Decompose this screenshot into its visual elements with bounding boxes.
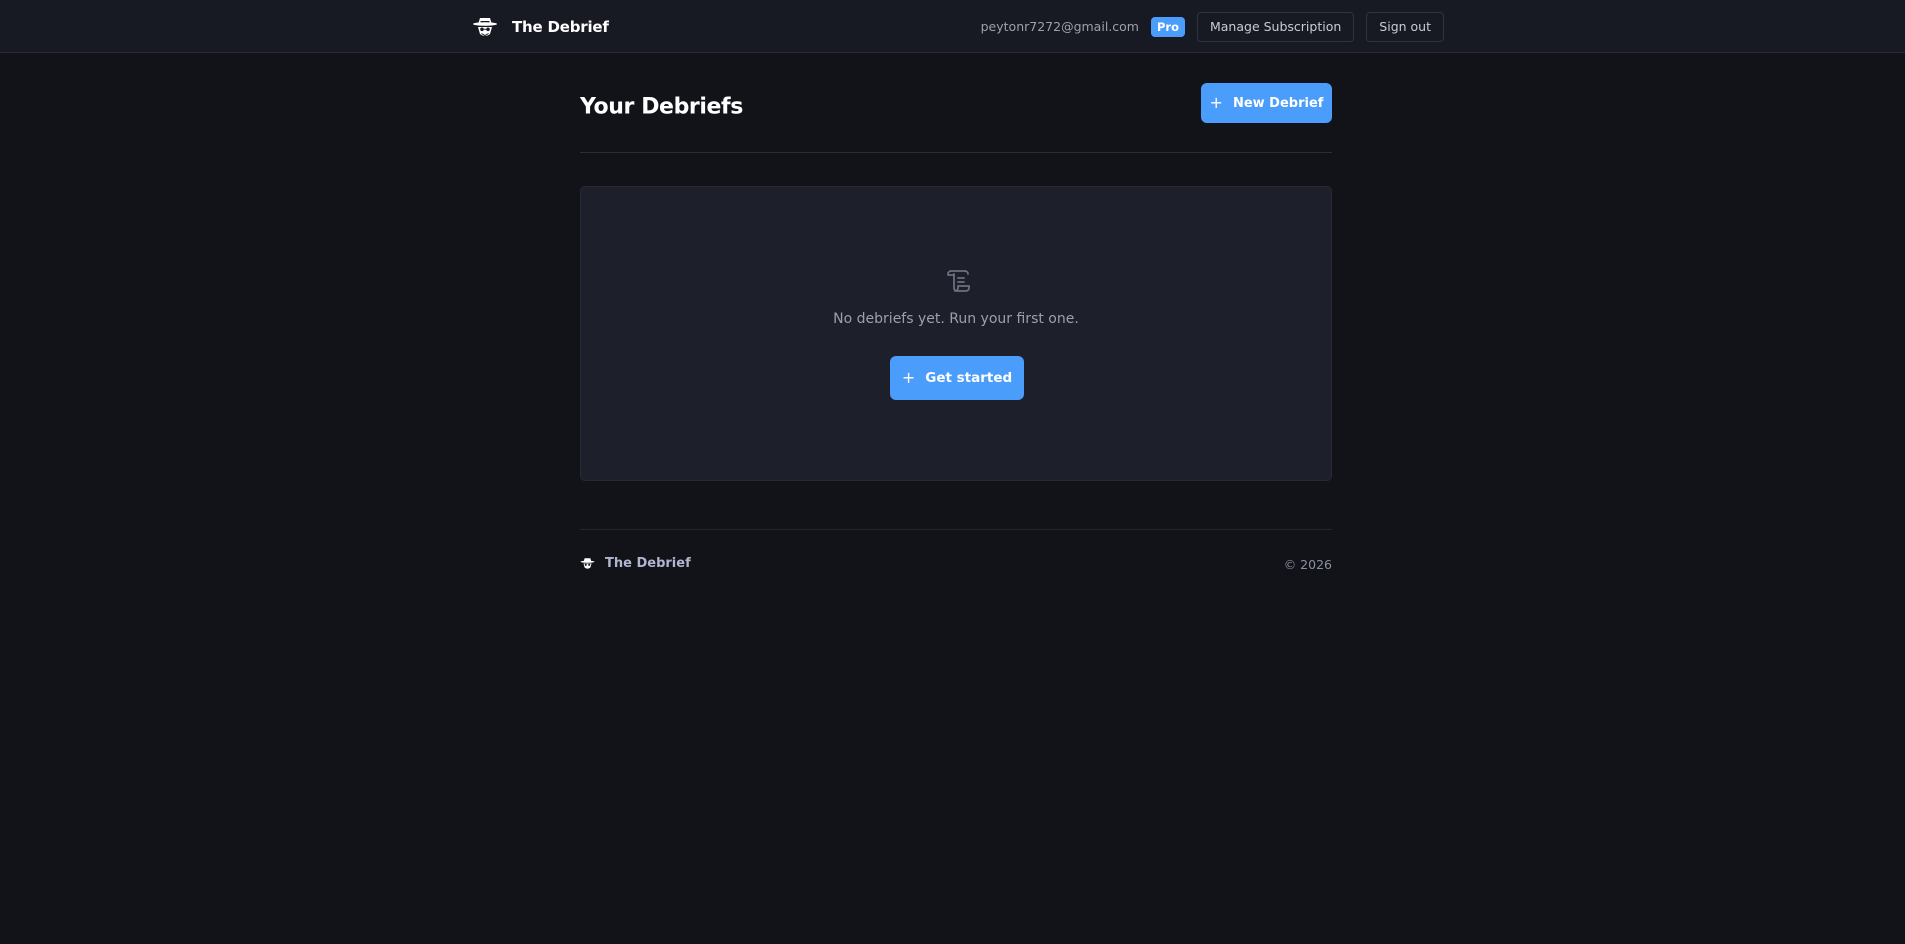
brand[interactable]: The Debrief <box>472 14 609 40</box>
page-title: Your Debriefs <box>580 94 743 120</box>
brand-name: The Debrief <box>512 17 609 36</box>
main-content: Your Debriefs + New Debrief No debriefs … <box>580 53 1332 572</box>
footer: The Debrief © 2026 <box>580 529 1332 589</box>
plus-icon: + <box>901 368 916 387</box>
header-actions: peytonr7272@gmail.com Pro Manage Subscri… <box>980 11 1444 42</box>
page-header: Your Debriefs + New Debrief <box>580 53 1332 153</box>
new-debrief-label: New Debrief <box>1232 95 1324 111</box>
footer-brand-name: The Debrief <box>605 556 691 571</box>
spy-hat-icon <box>580 556 595 571</box>
plus-icon: + <box>1209 93 1223 112</box>
empty-state-card: No debriefs yet. Run your first one. + G… <box>580 186 1332 481</box>
manage-subscription-button[interactable]: Manage Subscription <box>1196 11 1355 42</box>
empty-state-message: No debriefs yet. Run your first one. <box>833 311 1079 327</box>
plan-badge: Pro <box>1150 16 1185 37</box>
get-started-label: Get started <box>925 370 1013 386</box>
sign-out-button[interactable]: Sign out <box>1366 11 1444 42</box>
user-email: peytonr7272@gmail.com <box>980 19 1139 34</box>
footer-brand[interactable]: The Debrief <box>580 556 691 571</box>
spy-hat-icon <box>472 14 498 40</box>
get-started-button[interactable]: + Get started <box>890 356 1024 400</box>
new-debrief-button[interactable]: + New Debrief <box>1201 83 1332 123</box>
copyright: © 2026 <box>1283 557 1332 572</box>
top-bar: The Debrief peytonr7272@gmail.com Pro Ma… <box>0 0 1905 53</box>
top-bar-inner: The Debrief peytonr7272@gmail.com Pro Ma… <box>472 0 1444 53</box>
scroll-icon <box>944 267 972 295</box>
